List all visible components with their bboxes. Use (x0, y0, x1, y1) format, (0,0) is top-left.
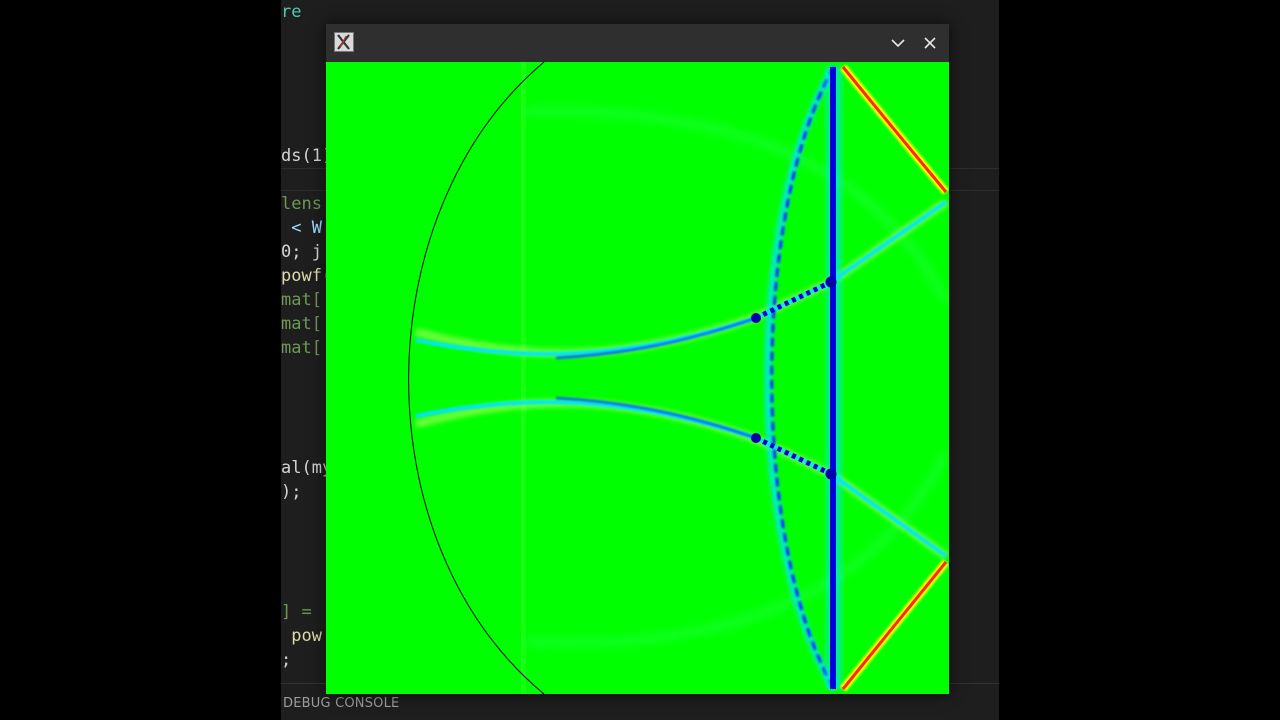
code-line: al(my (281, 458, 333, 478)
code-line: pow (281, 626, 322, 646)
code-line: ); (281, 482, 302, 502)
intersection-node (825, 276, 837, 288)
simulation-window[interactable] (326, 24, 949, 694)
window-titlebar[interactable] (326, 24, 949, 62)
wave-interference-plot (326, 62, 949, 694)
faint-band (521, 62, 526, 694)
code-line: re (281, 2, 302, 22)
code-line: mat[ (281, 338, 322, 358)
code-line: ] = (281, 602, 322, 622)
code-line: powf( (281, 266, 333, 286)
intersection-node (751, 313, 761, 323)
wave-canvas (326, 62, 949, 694)
x11-app-icon (334, 32, 354, 52)
vertical-front (830, 67, 836, 689)
code-line: 0; j (281, 242, 322, 262)
intersection-node (825, 468, 837, 480)
code-line: < W (281, 218, 322, 238)
code-line: lens (281, 194, 322, 214)
code-line: ds(1) (281, 146, 333, 166)
code-line: mat[ (281, 290, 322, 310)
code-line: mat[ (281, 314, 322, 334)
tab-debug-console[interactable]: DEBUG CONSOLE (283, 696, 399, 711)
code-line: ; (281, 650, 292, 670)
field-background (326, 62, 949, 694)
intersection-node (751, 433, 761, 443)
chevron-down-icon[interactable] (885, 30, 911, 56)
close-icon[interactable] (917, 30, 943, 56)
